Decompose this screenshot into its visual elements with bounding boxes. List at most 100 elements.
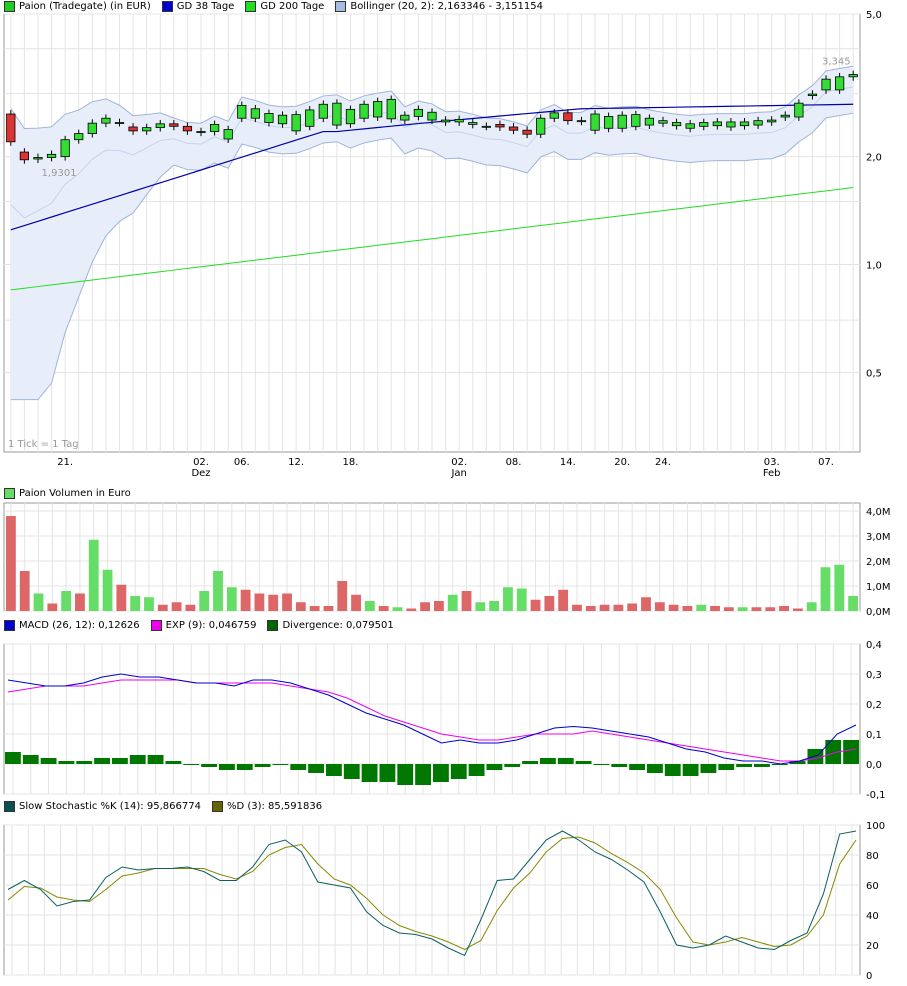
volume-bar (544, 596, 555, 611)
volume-bar (406, 608, 417, 611)
x-tick-label: 21. (57, 457, 73, 468)
x-tick-label: 02. (193, 457, 209, 468)
candle-body (726, 121, 736, 128)
candle-body (155, 123, 165, 129)
volume-bar (654, 602, 665, 611)
divergence-bar (94, 758, 110, 764)
divergence-bar (522, 761, 538, 764)
volume-bar (102, 569, 113, 611)
candle-body (807, 93, 818, 97)
candle-body (359, 103, 369, 119)
candle-body (6, 113, 16, 143)
candle-body (739, 121, 750, 127)
volume-bar (627, 603, 638, 611)
volume-bar (309, 606, 320, 611)
stochastic-y-tick-label: 20 (866, 941, 879, 952)
volume-bar (696, 604, 707, 611)
candle-body (753, 120, 763, 126)
candle-body (87, 122, 97, 134)
candle-body (495, 124, 505, 128)
volume-bar (213, 571, 223, 611)
stochastic-y-tick-label: 40 (866, 911, 879, 922)
divergence-bar (843, 740, 859, 764)
stochastic-y-tick-label: 0 (866, 971, 872, 982)
divergence-bar (254, 764, 271, 767)
volume-bar (323, 606, 334, 611)
candle-body (658, 120, 668, 124)
divergence-bar (290, 764, 307, 770)
divergence-bar (308, 764, 324, 773)
volume-bar (585, 606, 596, 611)
divergence-bar (129, 755, 146, 764)
candle-body (305, 109, 315, 127)
divergence-bar (5, 752, 21, 764)
macd-y-tick-label: -0,1 (866, 790, 886, 801)
volume-bar (461, 591, 472, 611)
volume-bar (558, 589, 569, 611)
candle-body (128, 126, 138, 132)
candle-body (427, 111, 437, 121)
x-tick-label: 20. (614, 457, 630, 468)
volume-bar (6, 516, 16, 611)
volume-bar (75, 593, 85, 611)
volume-bar (351, 594, 361, 611)
stochastic-y-tick-label: 100 (866, 821, 885, 832)
volume-bar (516, 588, 527, 611)
divergence-bar (183, 764, 200, 765)
divergence-bar (611, 764, 628, 767)
volume-bar (61, 591, 72, 611)
candle-body (250, 108, 260, 119)
volume-bar (337, 581, 348, 611)
volume-bar (240, 589, 251, 611)
divergence-bar (415, 764, 431, 785)
volume-bar (130, 596, 141, 611)
x-tick-label: 03. (764, 457, 780, 468)
price-y-tick-label: 5,0 (866, 10, 882, 21)
divergence-bar (557, 758, 574, 764)
divergence-bar (272, 764, 289, 765)
volume-bar (364, 601, 375, 611)
volume-bar (572, 604, 582, 611)
volume-bar (378, 606, 389, 611)
macd-y-tick-label: 0,0 (866, 760, 882, 771)
candle-body (617, 114, 627, 129)
volume-y-tick-label: 1,0M (866, 582, 891, 593)
volume-bar (806, 602, 817, 611)
divergence-bar (201, 764, 217, 767)
macd-y-tick-label: 0,2 (866, 700, 882, 711)
divergence-bar (540, 758, 556, 764)
x-tick-sublabel: Feb (763, 468, 781, 479)
candle-body (468, 122, 478, 125)
volume-bar (765, 607, 776, 611)
price-y-tick-label: 2,0 (866, 153, 882, 164)
candle-body (821, 78, 831, 91)
divergence-bar (575, 761, 592, 764)
tick-footnote: 1 Tick = 1 Tag (8, 439, 79, 450)
candle-body (223, 129, 233, 140)
volume-bar (723, 607, 734, 611)
stochastic-y-tick-label: 60 (866, 881, 879, 892)
candle-body (277, 114, 288, 125)
candle-body (454, 119, 464, 123)
x-tick-sublabel: Jan (450, 468, 466, 479)
volume-y-tick-label: 3,0M (866, 532, 891, 543)
candle-body (345, 108, 356, 125)
volume-bar (668, 604, 679, 611)
volume-bar (682, 606, 693, 611)
divergence-bar (361, 764, 378, 782)
candle-body (169, 123, 179, 127)
candle-body (631, 114, 641, 127)
volume-bar (779, 606, 789, 611)
volume-bar (848, 596, 858, 611)
macd-y-tick-label: 0,3 (866, 670, 882, 681)
volume-y-tick-label: 2,0M (866, 557, 891, 568)
candle-body (386, 98, 396, 120)
stochastic-y-tick-label: 80 (866, 851, 879, 862)
volume-bar (185, 604, 196, 611)
candle-body (182, 125, 193, 132)
volume-panel (3, 502, 861, 612)
divergence-bar (40, 758, 57, 764)
volume-bar (88, 539, 99, 611)
candle-body (644, 117, 655, 126)
divergence-bar (147, 755, 164, 764)
